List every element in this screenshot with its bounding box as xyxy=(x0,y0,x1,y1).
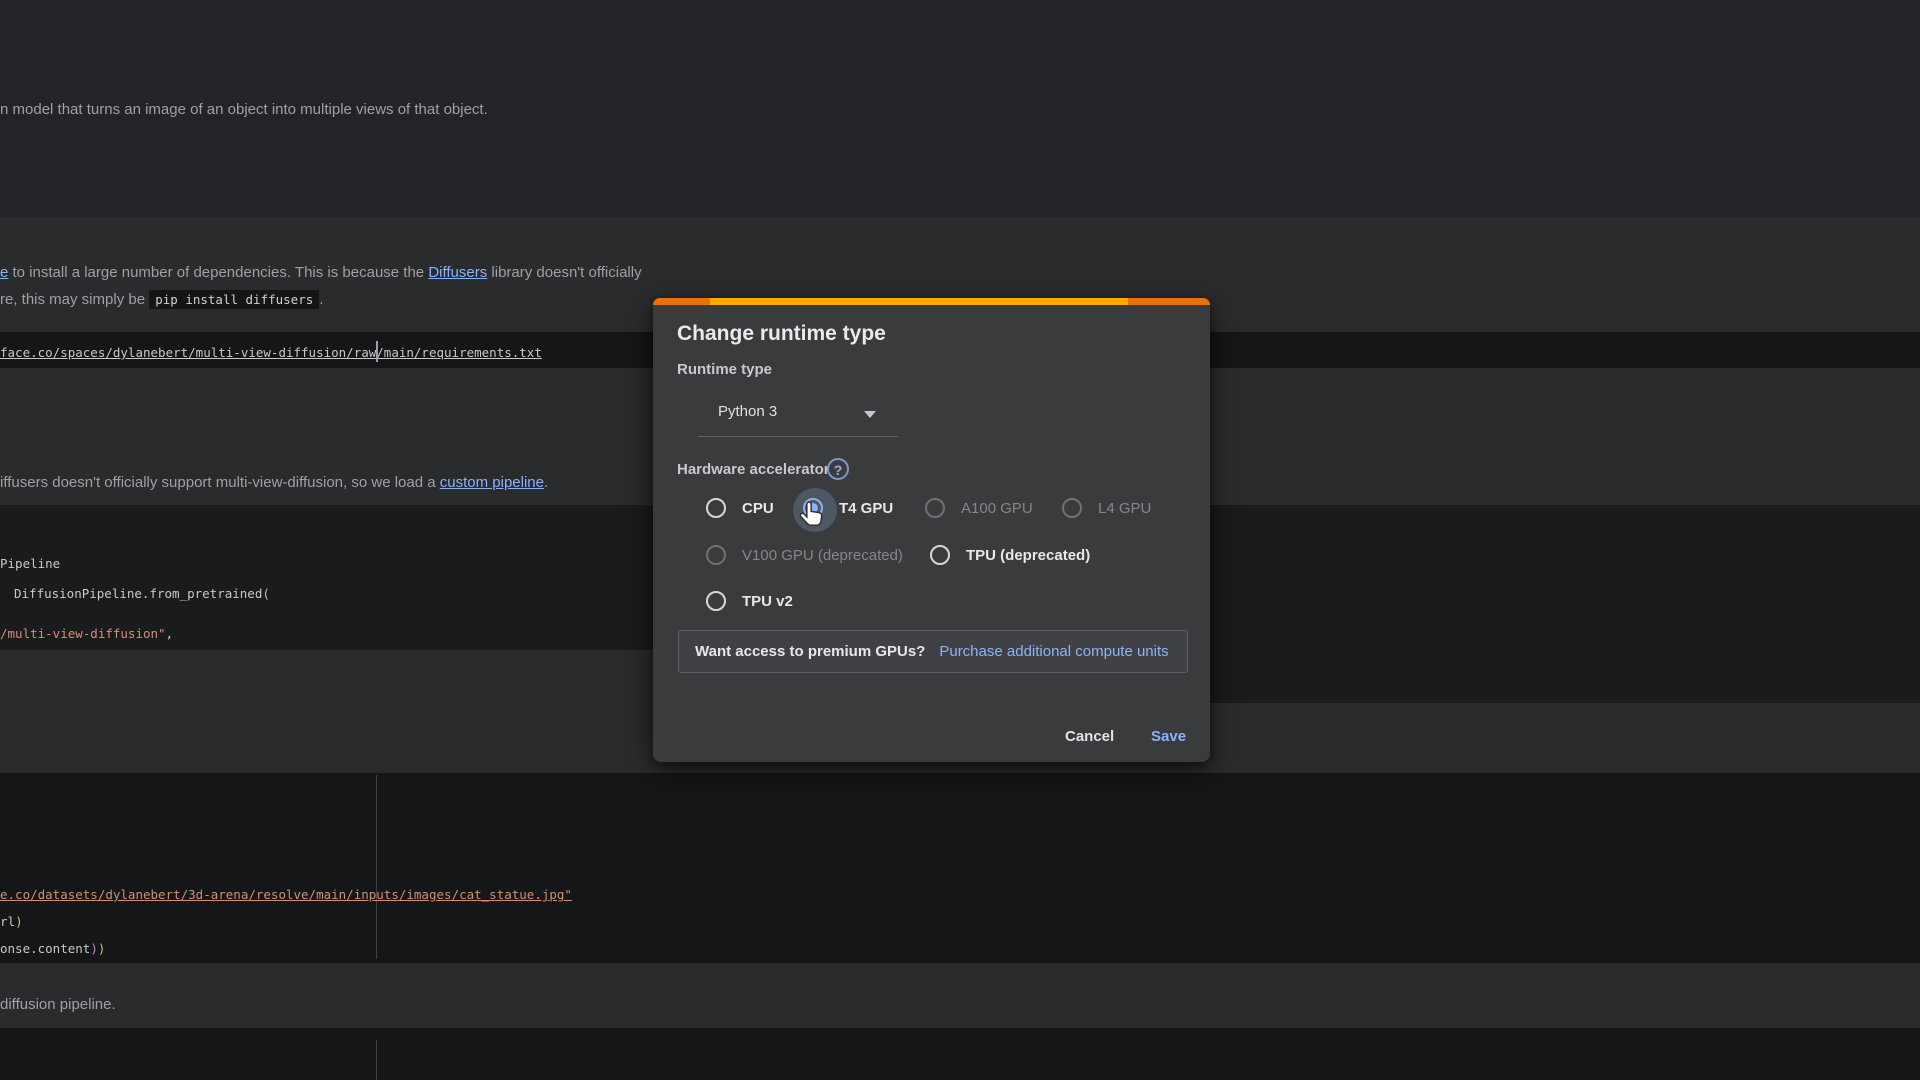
radio-circle-tpu-deprecated[interactable] xyxy=(930,545,950,565)
comma: , xyxy=(166,626,174,641)
markdown-text-top-line: n model that turns an image of an object… xyxy=(0,101,488,118)
runtime-type-label: Runtime type xyxy=(677,361,772,378)
paragraph-dependencies: e to install a large number of dependenc… xyxy=(0,263,642,283)
cell-divider-line-bottom xyxy=(376,1040,377,1080)
radio-selected-dot xyxy=(808,503,818,513)
close-paren-yellow-2: ) xyxy=(98,941,106,956)
save-button[interactable]: Save xyxy=(1143,722,1194,750)
pipeline-import-text: Pipeline xyxy=(0,556,60,571)
radio-label-tpu-deprecated: TPU (deprecated) xyxy=(966,547,1090,564)
markdown-text-top: n model that turns an image of an object… xyxy=(0,100,488,120)
radio-option-v100-gpu: V100 GPU (deprecated) xyxy=(706,533,903,577)
close-paren-purple: ) xyxy=(90,941,98,956)
indeterminate-progress-bar xyxy=(653,298,1210,305)
close-paren-yellow: ) xyxy=(15,914,23,929)
premium-gpu-banner: Want access to premium GPUs? Purchase ad… xyxy=(678,630,1188,673)
diffusers-link[interactable]: Diffusers xyxy=(428,264,487,281)
radio-circle-a100-gpu xyxy=(925,498,945,518)
radio-label-t4-gpu: T4 GPU xyxy=(839,500,893,517)
paragraph-custom-text-a: iffusers doesn't officially support mult… xyxy=(0,474,440,491)
code-cell-bottom xyxy=(0,1028,1920,1080)
hardware-accelerator-label: Hardware accelerator xyxy=(677,461,830,478)
premium-banner-text: Want access to premium GPUs? xyxy=(695,643,925,660)
radio-circle-cpu[interactable] xyxy=(706,498,726,518)
radio-circle-v100-gpu xyxy=(706,545,726,565)
code-line-requirements-url: face.co/spaces/dylanebert/multi-view-dif… xyxy=(0,343,542,363)
radio-option-l4-gpu: L4 GPU xyxy=(1062,486,1151,530)
radio-option-cpu[interactable]: CPU xyxy=(706,486,774,530)
code-cell-pipeline-right-extension xyxy=(1210,650,1920,703)
code-line-model-string: /multi-view-diffusion", xyxy=(0,624,173,644)
radio-circle-t4-gpu[interactable] xyxy=(803,498,823,518)
code-line-image-url: e.co/datasets/dylanebert/3d-arena/resolv… xyxy=(0,885,572,905)
radio-circle-tpu-v2[interactable] xyxy=(706,591,726,611)
inline-code-pip-install: pip install diffusers xyxy=(149,290,319,309)
cancel-button[interactable]: Cancel xyxy=(1057,722,1122,750)
response-content-text: onse.content xyxy=(0,941,90,956)
code-line-pipeline-import: Pipeline xyxy=(0,554,60,574)
runtime-type-value: Python 3 xyxy=(718,403,777,420)
paragraph-pip-install: re, this may simply be pip install diffu… xyxy=(0,290,323,310)
image-url-string: e.co/datasets/dylanebert/3d-arena/resolv… xyxy=(0,887,572,902)
custom-pipeline-link[interactable]: custom pipeline xyxy=(440,474,544,491)
chevron-down-icon xyxy=(864,411,876,418)
progress-bar-fill xyxy=(710,298,1128,305)
code-line-from-pretrained: DiffusionPipeline.from_pretrained( xyxy=(14,584,270,604)
paragraph-custom-pipeline: iffusers doesn't officially support mult… xyxy=(0,473,548,493)
radio-option-tpu-v2[interactable]: TPU v2 xyxy=(706,579,793,623)
help-icon[interactable]: ? xyxy=(827,458,849,480)
radio-circle-l4-gpu xyxy=(1062,498,1082,518)
paragraph-dependencies-text-a: to install a large number of dependencie… xyxy=(8,264,428,281)
paragraph-dependencies-text-b: library doesn't officially xyxy=(487,264,641,281)
radio-label-cpu: CPU xyxy=(742,500,774,517)
dialog-title: Change runtime type xyxy=(677,322,886,346)
cell-divider-line xyxy=(376,775,377,959)
paragraph-custom-text-b: . xyxy=(544,474,548,491)
purchase-compute-units-link[interactable]: Purchase additional compute units xyxy=(939,643,1168,660)
model-string-text: /multi-view-diffusion" xyxy=(0,626,166,641)
radio-label-a100-gpu: A100 GPU xyxy=(961,500,1033,517)
colab-notebook-screen: n model that turns an image of an object… xyxy=(0,0,1920,1080)
text-cell-band-4 xyxy=(0,963,1920,1028)
url-call-text: rl xyxy=(0,914,15,929)
open-paren: ( xyxy=(262,586,270,601)
radio-label-l4-gpu: L4 GPU xyxy=(1098,500,1151,517)
from-pretrained-text: DiffusionPipeline.from_pretrained xyxy=(14,586,262,601)
radio-label-v100-gpu: V100 GPU (deprecated) xyxy=(742,547,903,564)
radio-option-a100-gpu: A100 GPU xyxy=(925,486,1033,530)
paragraph-pip-text-b: . xyxy=(319,291,323,308)
radio-option-tpu-deprecated[interactable]: TPU (deprecated) xyxy=(930,533,1090,577)
runtime-type-select[interactable]: Python 3 xyxy=(698,394,898,437)
code-line-response-content: onse.content)) xyxy=(0,939,105,959)
change-runtime-type-dialog: Change runtime type Runtime type Python … xyxy=(653,298,1210,762)
radio-label-tpu-v2: TPU v2 xyxy=(742,593,793,610)
text-caret xyxy=(376,341,378,362)
paragraph-pip-text-a: re, this may simply be xyxy=(0,291,149,308)
code-line-url-call: rl) xyxy=(0,912,23,932)
requirements-url-text: face.co/spaces/dylanebert/multi-view-dif… xyxy=(0,345,542,360)
markdown-text-bottom-line: diffusion pipeline. xyxy=(0,996,116,1013)
radio-option-t4-gpu[interactable]: T4 GPU xyxy=(803,486,893,530)
code-cell-image-download xyxy=(0,773,1920,963)
markdown-text-bottom: diffusion pipeline. xyxy=(0,995,116,1015)
